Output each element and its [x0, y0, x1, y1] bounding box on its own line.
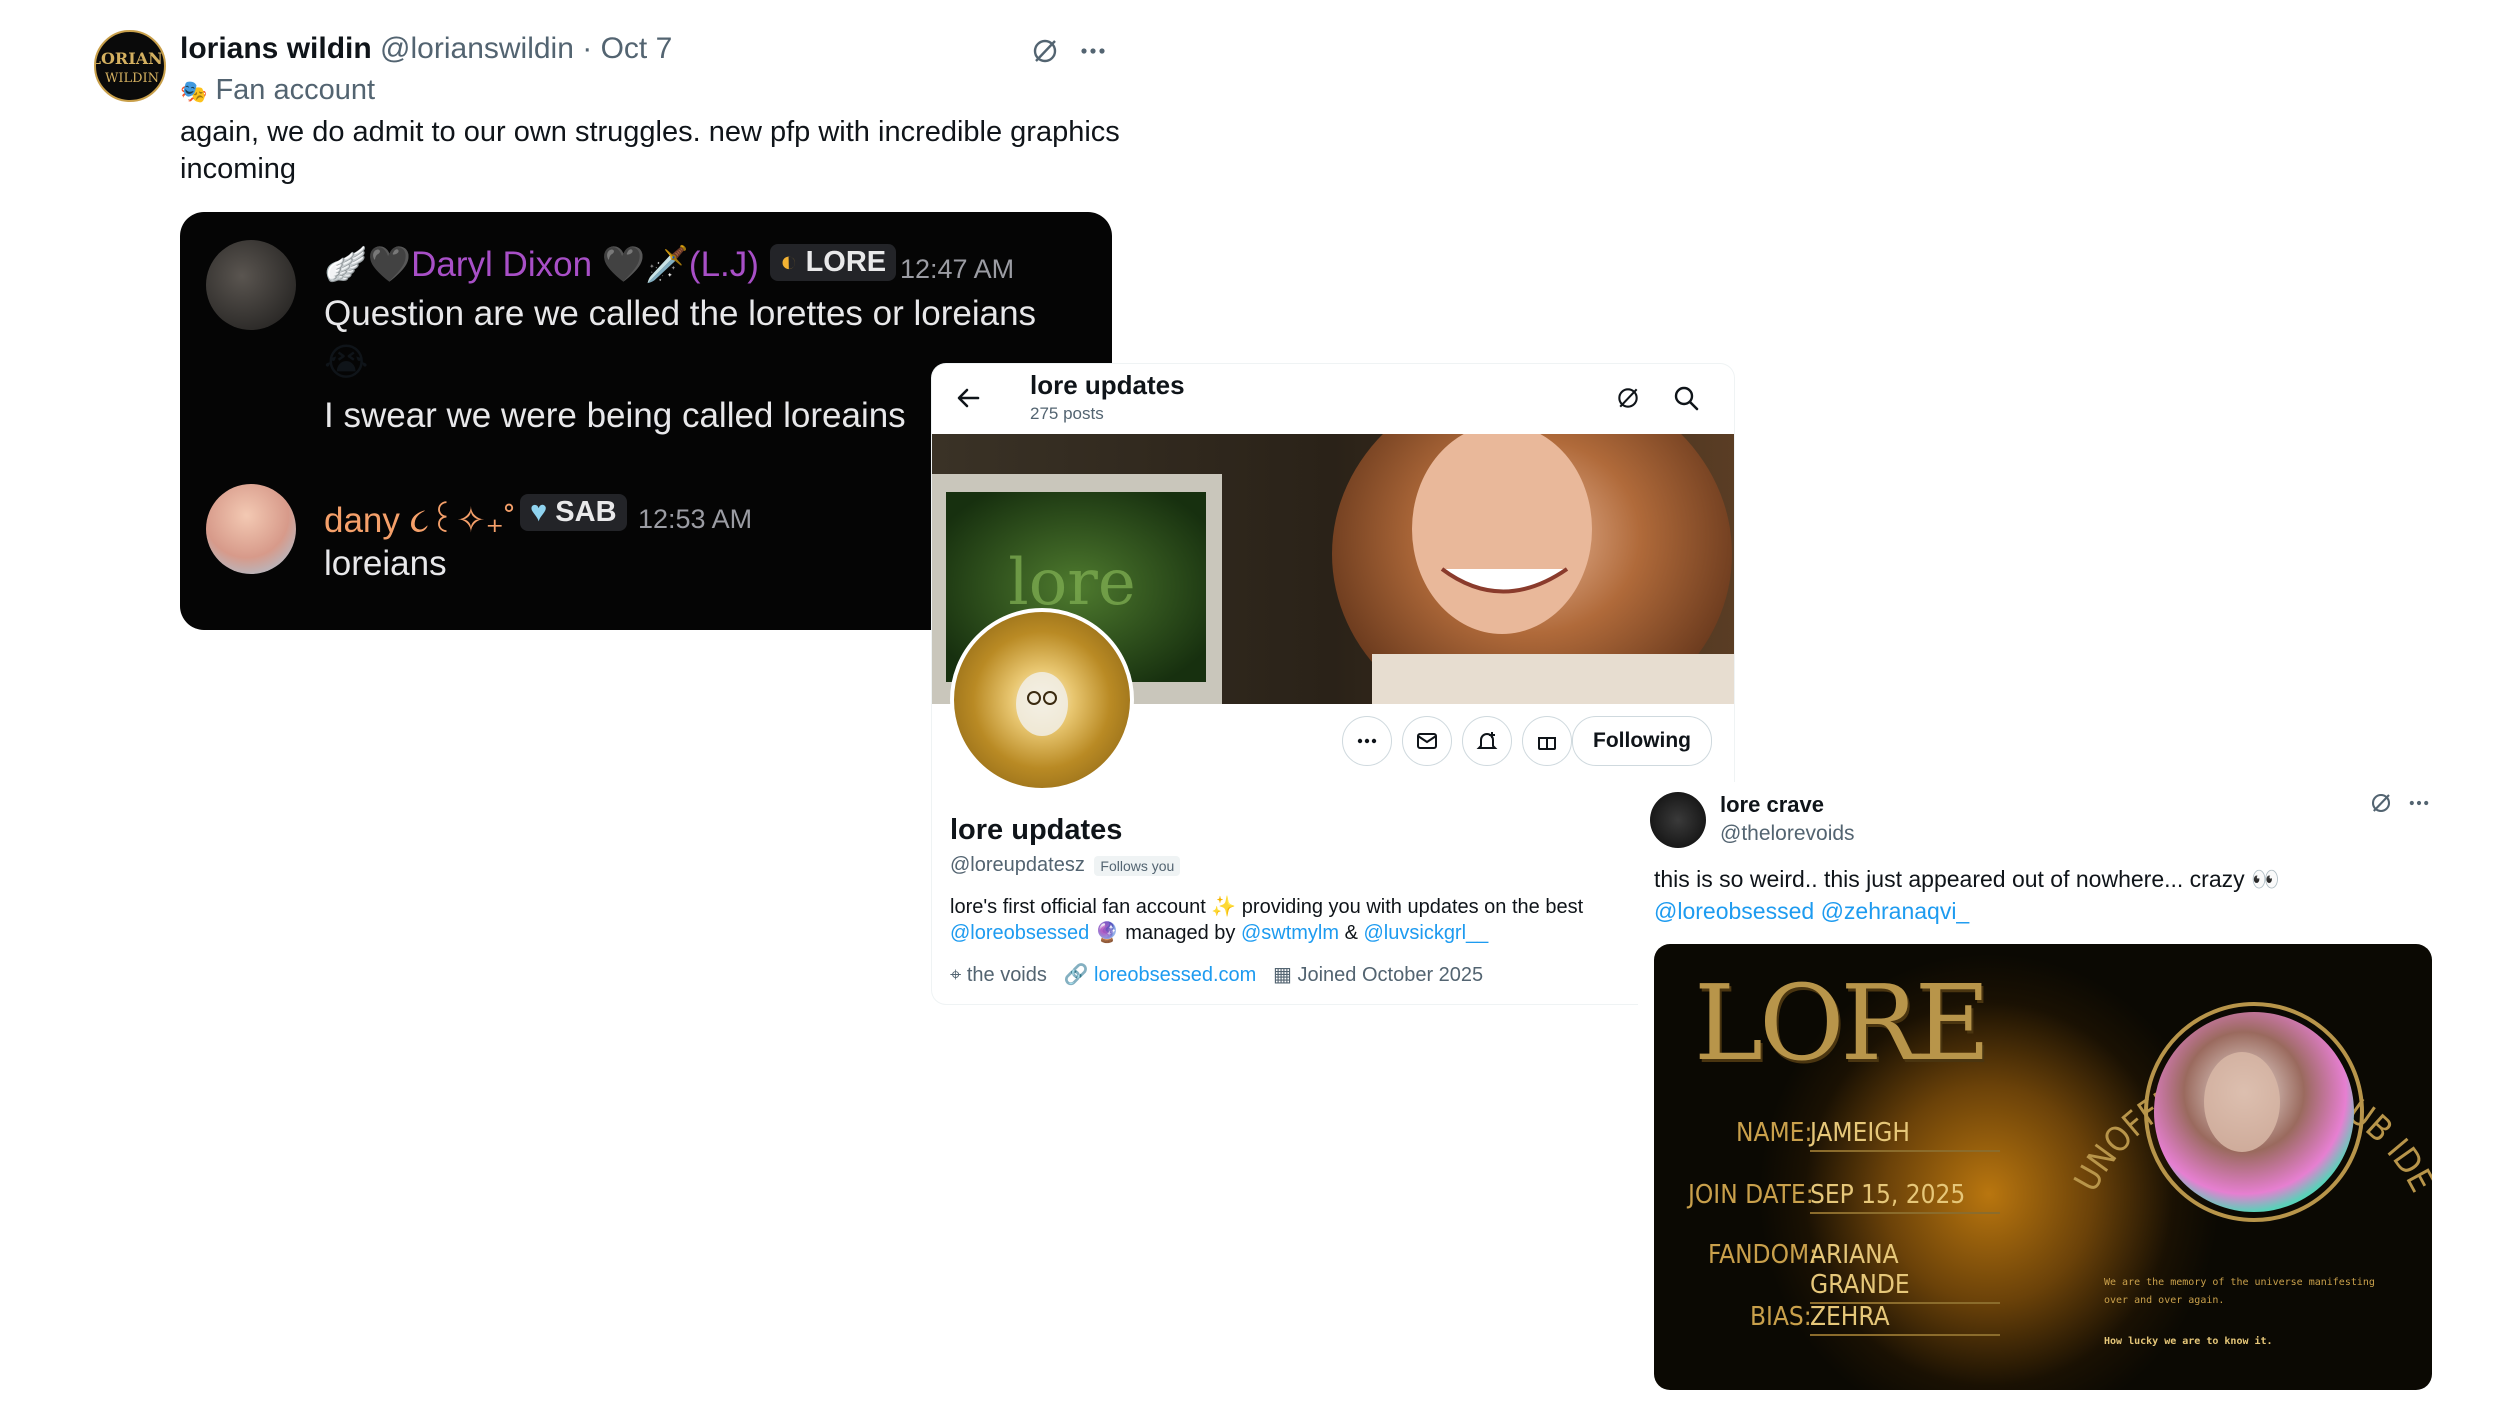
- website-link[interactable]: loreobsessed.com: [1094, 964, 1256, 986]
- search-icon[interactable]: [1670, 382, 1702, 414]
- tweet-date[interactable]: · Oct 7: [582, 32, 672, 65]
- dany-username: dany ૮꒰✧₊˚⋆: [324, 501, 538, 540]
- theater-masks-icon: 🎭: [180, 79, 208, 104]
- profile-header-title: lore updates: [1030, 370, 1185, 400]
- msg1-line1: Question are we called the lorettes or l…: [324, 294, 1037, 333]
- link-icon: 🔗: [1063, 964, 1089, 986]
- daryl-username: 🪽🖤Daryl Dixon 🖤🗡️(L.J): [324, 245, 759, 284]
- tweet-header: lorians wildin @lorianswildin · Oct 7: [180, 32, 672, 66]
- svg-text:WILDIN: WILDIN: [105, 71, 159, 86]
- following-button[interactable]: Following: [1572, 716, 1712, 766]
- more-icon: [1357, 738, 1377, 744]
- grok-icon[interactable]: [1028, 34, 1062, 68]
- bio-line1: lore's first official fan account ✨ prov…: [950, 896, 1584, 918]
- bio-mention-luvsickgrl[interactable]: @luvsickgrl__: [1364, 922, 1489, 944]
- tweet-text: again, we do admit to our own struggles.…: [180, 116, 1120, 185]
- joined-date: Joined October 2025: [1297, 964, 1484, 986]
- fan-club-id-card-image[interactable]: LORE NAME: JAMEIGH JOIN DATE: SEP 15, 20…: [1654, 944, 2432, 1390]
- gift-icon: [1538, 737, 1556, 750]
- calendar-icon: ▦: [1273, 964, 1292, 986]
- heart-icon: ♥: [530, 496, 548, 528]
- tweet-text: this is so weird.. this just appeared ou…: [1654, 866, 2280, 892]
- svg-text:LORIANS: LORIANS: [96, 49, 166, 68]
- msg1-line2: I swear we were being called loreains: [324, 396, 906, 435]
- msg1-time: 12:47 AM: [900, 254, 1015, 284]
- grok-icon[interactable]: [2366, 788, 2396, 818]
- dany-avatar: [206, 484, 296, 574]
- tweet-lore-crave[interactable]: lore crave @thelorevoids this is so weir…: [1638, 782, 2450, 1400]
- bell-plus-icon: [1476, 732, 1498, 749]
- follows-you-badge: Follows you: [1094, 856, 1181, 876]
- grok-icon[interactable]: [1612, 382, 1644, 414]
- more-icon[interactable]: [2404, 788, 2434, 818]
- display-name[interactable]: lore crave: [1720, 792, 1824, 818]
- msg2-time: 12:53 AM: [638, 504, 753, 534]
- notifications-button[interactable]: [1462, 716, 1512, 766]
- subscribe-button[interactable]: [1522, 716, 1572, 766]
- more-button[interactable]: [1342, 716, 1392, 766]
- fan-account-label: 🎭 Fan account: [180, 74, 376, 106]
- card-quote: We are the memory of the universe manife…: [2104, 1277, 2375, 1306]
- bio-line2: @loreobsessed 🔮 managed by @swtmylm & @l…: [950, 922, 1489, 944]
- mention-loreobsessed[interactable]: @loreobsessed: [1654, 898, 1814, 924]
- mail-icon: [1417, 733, 1437, 749]
- bio-mention-loreobsessed[interactable]: @loreobsessed: [950, 922, 1089, 944]
- bio-mention-swtmylm[interactable]: @swtmylm: [1241, 922, 1339, 944]
- profile-handle: @loreupdatesz Follows you: [950, 854, 1181, 877]
- moon-icon: ◐: [780, 246, 798, 278]
- location-icon: ⌖: [950, 964, 962, 986]
- card-quote-2: How lucky we are to know it.: [2104, 1336, 2273, 1347]
- message-button[interactable]: [1402, 716, 1452, 766]
- handle[interactable]: @lorianswildin: [380, 32, 574, 65]
- sab-tag: ♥ SAB: [520, 494, 627, 531]
- lore-tag: ◐ LORE: [770, 244, 897, 281]
- profile-card-lore-updates: lore updates 275 posts lore Following lo…: [932, 364, 1734, 1004]
- lorians-logo-icon: LORIANS WILDIN: [96, 49, 166, 86]
- handle[interactable]: @thelorevoids: [1720, 822, 1855, 846]
- profile-meta: ⌖ the voids 🔗 loreobsessed.com ▦ Joined …: [950, 962, 1483, 987]
- crying-emoji: 😭: [324, 342, 369, 384]
- profile-name: lore updates: [950, 814, 1123, 846]
- profile-avatar[interactable]: [950, 608, 1134, 792]
- mentions: @loreobsessed @zehranaqvi_: [1654, 898, 1969, 925]
- daryl-avatar: [206, 240, 296, 330]
- more-icon[interactable]: [1076, 34, 1110, 68]
- card-emblem: UNOFFICIAL FAN CLUB IDENTIFICATION CARD: [1654, 944, 2432, 1222]
- avatar[interactable]: [1650, 792, 1706, 848]
- post-count: 275 posts: [1030, 404, 1104, 423]
- mention-zehranaqvi[interactable]: @zehranaqvi_: [1821, 898, 1970, 924]
- location: the voids: [966, 964, 1047, 986]
- avatar[interactable]: LORIANS WILDIN: [94, 30, 166, 102]
- display-name[interactable]: lorians wildin: [180, 32, 372, 65]
- msg2-text: loreians: [324, 544, 447, 583]
- back-arrow-icon[interactable]: [950, 380, 986, 416]
